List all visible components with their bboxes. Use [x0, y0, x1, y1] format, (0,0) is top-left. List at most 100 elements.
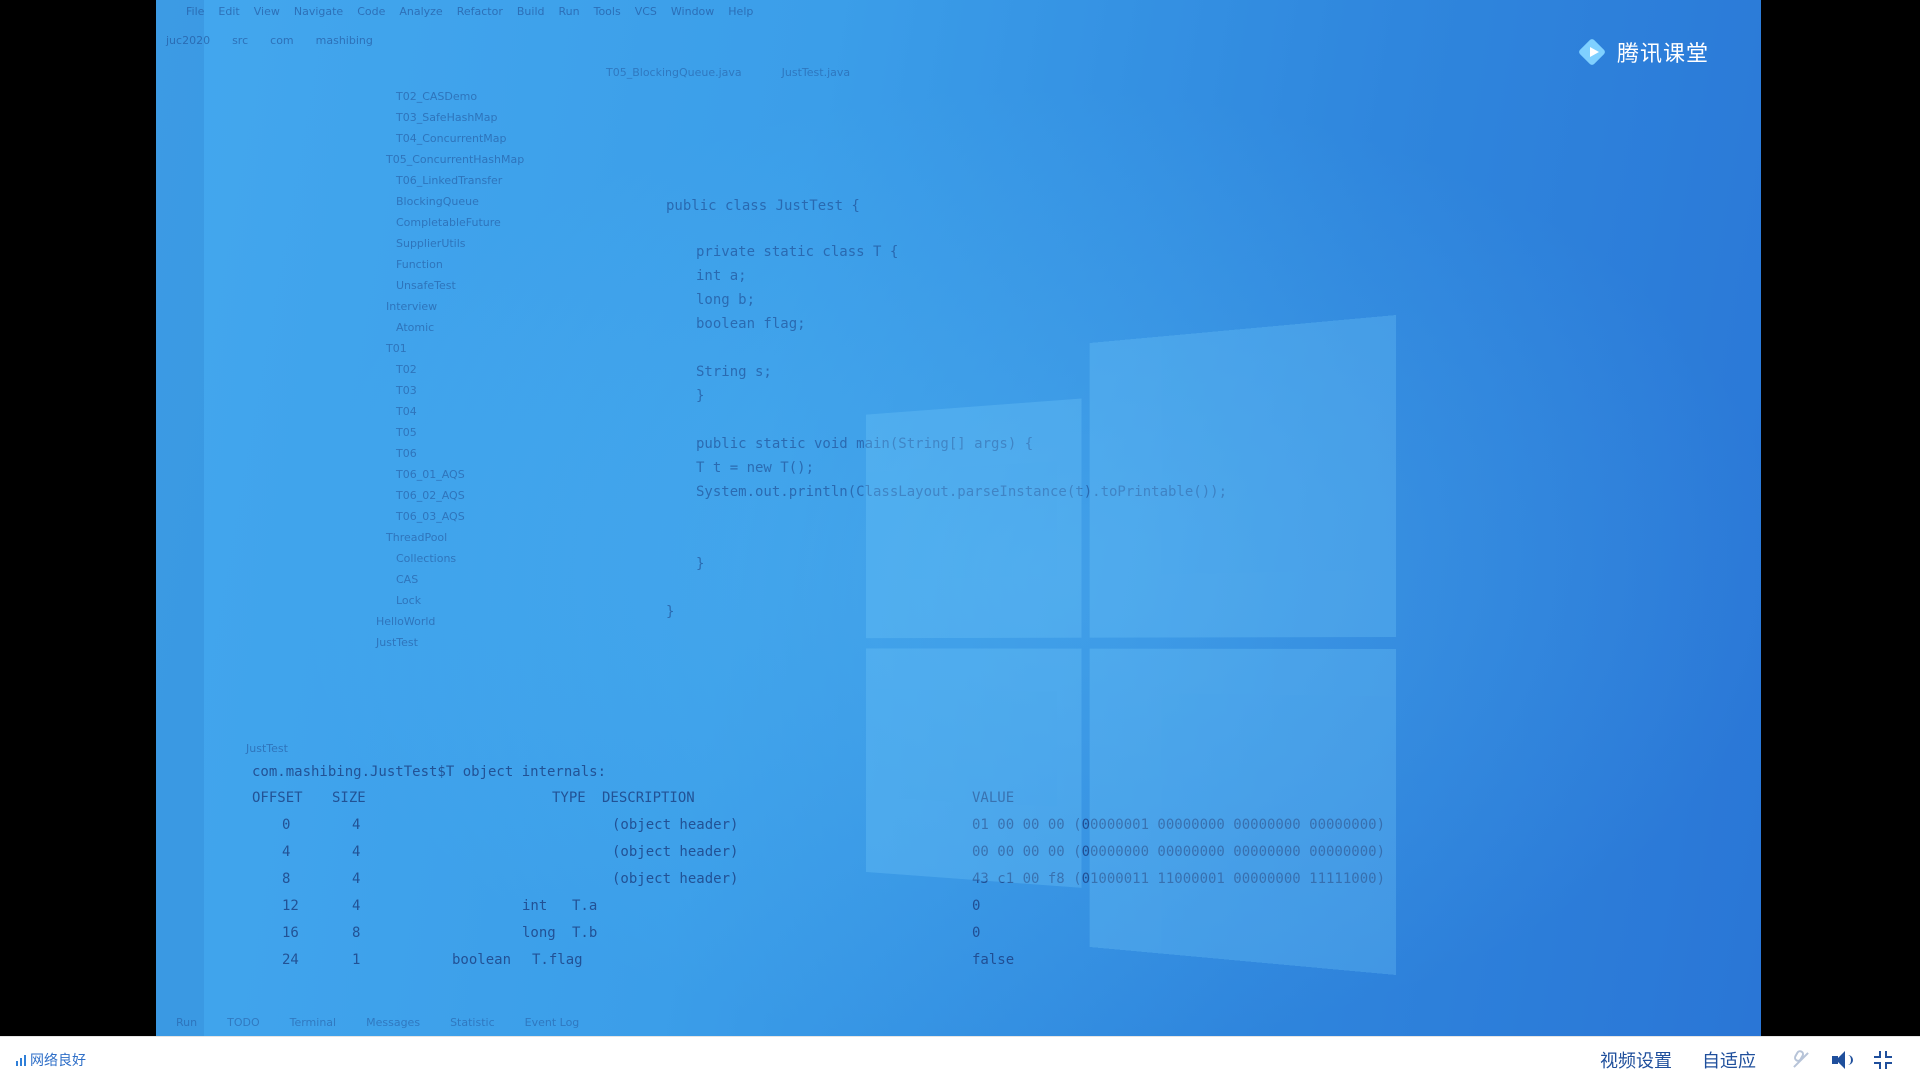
ide-menu-item: Analyze [399, 4, 443, 18]
tree-item: JustTest [376, 636, 418, 649]
fit-mode-button[interactable]: 自适应 [1702, 1047, 1756, 1073]
code-line: } [666, 604, 675, 620]
tree-item: CAS [396, 573, 419, 586]
ide-left-toolbar [156, 0, 204, 1036]
code-line: } [696, 556, 705, 572]
ide-menu-item: Window [670, 4, 715, 18]
network-signal-icon [16, 1054, 26, 1066]
breadcrumb-item: mashibing [315, 34, 373, 47]
col-size-header: SIZE [332, 790, 366, 806]
breadcrumb-item: juc2020 [166, 34, 211, 47]
cell-offset: 0 [282, 817, 291, 833]
code-line: public class JustTest { [666, 198, 860, 214]
ide-bottom-toolbar: Run TODO Terminal Messages Statistic Eve… [156, 1008, 1761, 1036]
player-control-bar: 网络良好 视频设置 自适应 [0, 1036, 1920, 1080]
logo-pane [866, 648, 1082, 888]
tree-item: T02_CASDemo [396, 90, 478, 103]
ide-menu-item: Code [357, 4, 386, 18]
col-type-header: TYPE [552, 790, 586, 806]
ide-menu-item: Build [516, 4, 545, 18]
network-status: 网络良好 [16, 1050, 86, 1070]
tree-item: T05 [396, 426, 417, 439]
ide-menu-item: Help [728, 4, 754, 18]
tree-item: UnsafeTest [396, 279, 456, 292]
cell-desc: (object header) [612, 817, 739, 833]
ide-menu-item: View [253, 4, 280, 18]
ide-menubar: File Edit View Navigate Code Analyze Ref… [156, 0, 1761, 22]
exit-fullscreen-icon[interactable] [1872, 1049, 1894, 1071]
tencent-classroom-logo: 腾讯课堂 [1577, 36, 1709, 68]
ide-tool-tab: Event Log [524, 1015, 580, 1029]
ide-menu-item: Refactor [456, 4, 503, 18]
logo-pane [1089, 648, 1396, 975]
tree-item: T06_03_AQS [396, 510, 465, 523]
tree-item: T03_SafeHashMap [396, 111, 498, 124]
cell-size: 4 [352, 844, 361, 860]
code-line: long b; [696, 292, 756, 308]
mic-muted-icon[interactable] [1790, 1048, 1812, 1071]
tree-item: Atomic [396, 321, 435, 334]
cell-offset: 8 [282, 871, 291, 887]
ide-tool-tab: Run [176, 1015, 198, 1029]
ide-menu-item: Navigate [293, 4, 344, 18]
video-settings-button[interactable]: 视频设置 [1600, 1047, 1672, 1073]
code-line: T t = new T(); [696, 460, 815, 476]
tree-item: T04_ConcurrentMap [396, 132, 507, 145]
cell-type: long [522, 925, 556, 941]
code-line: String s; [696, 364, 772, 380]
cell-size: 8 [352, 925, 361, 941]
tree-item: Lock [396, 594, 422, 607]
logo-pane [866, 398, 1082, 639]
ide-tool-tab: Messages [366, 1015, 421, 1029]
tree-item: T06_01_AQS [396, 468, 465, 481]
cell-desc: (object header) [612, 871, 739, 887]
network-status-label: 网络良好 [30, 1053, 86, 1069]
ide-editor-tabs: T05_BlockingQueue.java JustTest.java [606, 66, 850, 79]
tree-item: T06_LinkedTransfer [396, 174, 503, 187]
cell-size: 4 [352, 817, 361, 833]
ide-tool-tab: Terminal [289, 1015, 337, 1029]
code-line: } [696, 388, 705, 404]
breadcrumb-item: src [232, 34, 249, 47]
tencent-classroom-play-icon [1577, 37, 1609, 67]
tree-item: T02 [396, 363, 417, 376]
editor-tab: JustTest.java [781, 66, 851, 79]
speaker-icon[interactable] [1830, 1049, 1853, 1071]
tree-item: T05_ConcurrentHashMap [386, 153, 525, 166]
cell-size: 1 [352, 952, 361, 968]
tree-item: HelloWorld [376, 615, 436, 628]
col-offset-header: OFFSET [252, 790, 303, 806]
cell-offset: 12 [282, 898, 299, 914]
ide-project-tree: T02_CASDemo T03_SafeHashMap T04_Concurre… [356, 86, 736, 653]
breadcrumb-item: com [270, 34, 294, 47]
tree-item: T03 [396, 384, 417, 397]
tree-item: ThreadPool [386, 531, 448, 544]
cell-desc: T.a [572, 898, 598, 914]
tree-item: T04 [396, 405, 417, 418]
cell-offset: 4 [282, 844, 291, 860]
code-line: private static class T { [696, 244, 899, 260]
col-description-header: DESCRIPTION [602, 790, 695, 806]
cell-value: false [972, 952, 1015, 968]
code-line: boolean flag; [696, 316, 806, 332]
tree-item: SupplierUtils [396, 237, 466, 250]
editor-tab: T05_BlockingQueue.java [606, 66, 742, 79]
tree-item: T06 [396, 447, 417, 460]
cell-type: int [522, 898, 548, 914]
ide-tool-tab: TODO [227, 1015, 260, 1029]
tree-item: CompletableFuture [396, 216, 501, 229]
cell-type: boolean [452, 952, 512, 968]
ide-menu-item: Run [558, 4, 580, 18]
ide-tool-tab: Statistic [450, 1015, 495, 1029]
windows-logo-wallpaper [866, 315, 1396, 975]
cell-size: 4 [352, 871, 361, 887]
code-line: int a; [696, 268, 747, 284]
cell-desc: T.flag [532, 952, 583, 968]
cell-size: 4 [352, 898, 361, 914]
cell-desc: T.b [572, 925, 598, 941]
logo-pane [1089, 315, 1396, 638]
tree-item: Collections [396, 552, 457, 565]
console-header: com.mashibing.JustTest$T object internal… [252, 764, 607, 780]
ide-menu-item: VCS [634, 4, 657, 18]
video-frame: File Edit View Navigate Code Analyze Ref… [156, 0, 1761, 1036]
